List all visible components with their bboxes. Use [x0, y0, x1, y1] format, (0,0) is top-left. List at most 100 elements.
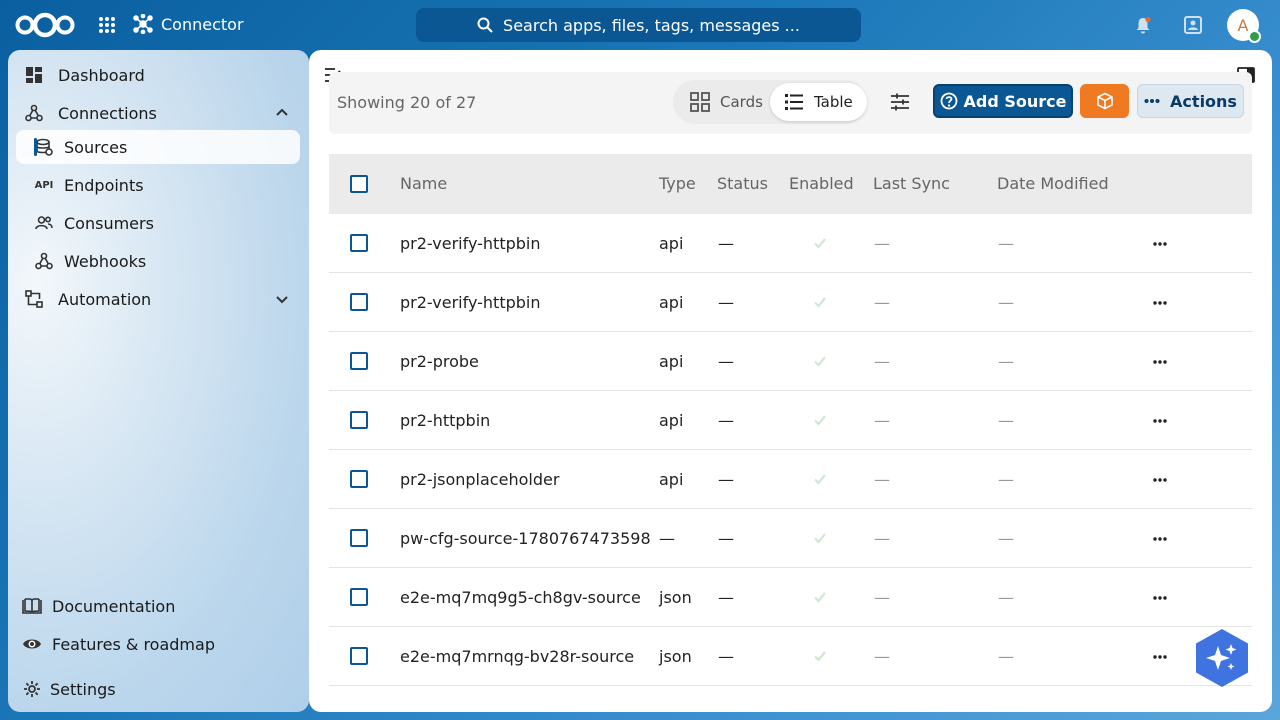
sidebar-item-automation[interactable]: Automation — [16, 282, 300, 316]
app-menu-grid-icon[interactable] — [97, 15, 117, 35]
table-row[interactable]: pr2-httpbin api — — — — [329, 391, 1252, 450]
row-actions-button[interactable] — [1150, 293, 1170, 313]
cell-type: api — [659, 352, 684, 371]
app-title-link[interactable]: Connector — [133, 14, 244, 34]
view-mode-switch: Cards Table — [673, 80, 867, 124]
more-horizontal-icon — [1153, 537, 1167, 541]
row-actions-button[interactable] — [1150, 470, 1170, 490]
pagination-summary: Showing 20 of 27 — [337, 93, 477, 112]
row-checkbox[interactable] — [350, 293, 368, 311]
cell-status: — — [718, 411, 734, 430]
sidebar-item-endpoints[interactable]: API Endpoints — [16, 168, 300, 202]
package-button[interactable] — [1080, 84, 1129, 118]
row-checkbox[interactable] — [350, 647, 368, 665]
cell-type: — — [659, 529, 675, 548]
sidebar-footer-settings[interactable]: Settings — [16, 672, 300, 706]
cell-name[interactable]: pr2-jsonplaceholder — [400, 470, 559, 489]
actions-label: Actions — [1170, 91, 1237, 111]
cell-date-modified: — — [998, 647, 1014, 666]
cell-name[interactable]: e2e-mq7mq9g5-ch8gv-source — [400, 588, 641, 607]
table-row[interactable]: pr2-verify-httpbin api — — — — [329, 273, 1252, 332]
more-horizontal-icon — [1153, 596, 1167, 600]
table-row[interactable]: e2e-mq7mrnqg-bv28r-source json — — — — [329, 627, 1252, 686]
notifications-button[interactable] — [1130, 12, 1156, 38]
view-table-label: Table — [814, 93, 853, 111]
main-content: Showing 20 of 27 Cards Table Add Source — [309, 50, 1272, 712]
ai-assistant-button[interactable] — [1194, 628, 1250, 688]
column-header-status[interactable]: Status — [717, 174, 768, 193]
user-avatar[interactable]: A — [1227, 9, 1261, 43]
cell-status: — — [718, 293, 734, 312]
table-row[interactable]: e2e-mq7mq9g5-ch8gv-source json — — — — [329, 568, 1252, 627]
filter-settings-icon[interactable] — [889, 91, 911, 113]
row-actions-button[interactable] — [1150, 234, 1170, 254]
row-checkbox[interactable] — [350, 411, 368, 429]
cell-date-modified: — — [998, 234, 1014, 253]
column-header-last-sync[interactable]: Last Sync — [873, 174, 950, 193]
sidebar-item-label: Features & roadmap — [52, 634, 215, 654]
column-header-date-modified[interactable]: Date Modified — [997, 174, 1109, 193]
column-header-enabled[interactable]: Enabled — [789, 174, 854, 193]
contacts-button[interactable] — [1180, 12, 1206, 38]
sidebar-footer-documentation[interactable]: Documentation — [16, 589, 300, 623]
sidebar-item-webhooks[interactable]: Webhooks — [16, 244, 300, 278]
contacts-icon — [1184, 16, 1202, 34]
row-actions-button[interactable] — [1150, 352, 1170, 372]
column-header-name[interactable]: Name — [400, 174, 447, 193]
chevron-up-icon[interactable] — [274, 105, 290, 121]
more-horizontal-icon — [1153, 360, 1167, 364]
cell-name[interactable]: pr2-verify-httpbin — [400, 234, 541, 253]
cell-date-modified: — — [998, 352, 1014, 371]
sidebar-item-label: Automation — [58, 289, 152, 309]
table-row[interactable]: pr2-probe api — — — — [329, 332, 1252, 391]
view-table-button[interactable]: Table — [770, 83, 867, 121]
table-row[interactable]: pr2-jsonplaceholder api — — — — [329, 450, 1252, 509]
top-header: Connector Search apps, files, tags, mess… — [0, 0, 1280, 50]
row-checkbox[interactable] — [350, 470, 368, 488]
row-checkbox[interactable] — [350, 352, 368, 370]
add-source-button[interactable]: Add Source — [933, 84, 1073, 118]
row-actions-button[interactable] — [1150, 647, 1170, 667]
row-checkbox[interactable] — [350, 234, 368, 252]
row-checkbox[interactable] — [350, 588, 368, 606]
row-actions-button[interactable] — [1150, 529, 1170, 549]
table-row[interactable]: pw-cfg-source-1780767473598 — — — — — [329, 509, 1252, 568]
cell-status: — — [718, 470, 734, 489]
sidebar-item-consumers[interactable]: Consumers — [16, 206, 300, 240]
row-actions-button[interactable] — [1150, 411, 1170, 431]
sidebar-item-sources[interactable]: Sources — [16, 130, 300, 164]
cube-icon — [1096, 92, 1113, 110]
global-search-input[interactable]: Search apps, files, tags, messages ... — [416, 8, 861, 42]
sidebar-item-dashboard[interactable]: Dashboard — [16, 58, 300, 92]
cell-name[interactable]: pr2-probe — [400, 352, 479, 371]
column-header-type[interactable]: Type — [659, 174, 696, 193]
sidebar-item-label: Dashboard — [58, 65, 145, 85]
table-header: Name Type Status Enabled Last Sync Date … — [329, 154, 1252, 214]
cell-last-sync: — — [874, 293, 890, 312]
sidebar-item-connections[interactable]: Connections — [16, 96, 300, 130]
nextcloud-logo-icon[interactable] — [14, 12, 76, 38]
cell-status: — — [718, 647, 734, 666]
cell-type: api — [659, 293, 684, 312]
cell-name[interactable]: pr2-httpbin — [400, 411, 490, 430]
cell-name[interactable]: e2e-mq7mrnqg-bv28r-source — [400, 647, 634, 666]
cell-date-modified: — — [998, 588, 1014, 607]
sidebar-footer-features[interactable]: Features & roadmap — [16, 627, 300, 661]
table-row[interactable]: pr2-verify-httpbin api — — — — [329, 214, 1252, 273]
row-actions-button[interactable] — [1150, 588, 1170, 608]
enabled-check-icon — [814, 297, 826, 308]
row-checkbox[interactable] — [350, 529, 368, 547]
cell-last-sync: — — [874, 529, 890, 548]
sources-icon — [34, 137, 54, 157]
cell-type: api — [659, 470, 684, 489]
cell-name[interactable]: pr2-verify-httpbin — [400, 293, 541, 312]
book-icon — [22, 596, 42, 616]
actions-menu-button[interactable]: Actions — [1137, 84, 1244, 118]
search-icon — [477, 17, 493, 33]
cell-date-modified: — — [998, 529, 1014, 548]
cell-type: api — [659, 411, 684, 430]
view-cards-button[interactable]: Cards — [676, 83, 777, 121]
chevron-down-icon[interactable] — [274, 291, 290, 307]
cell-name[interactable]: pw-cfg-source-1780767473598 — [400, 529, 651, 548]
select-all-checkbox[interactable] — [350, 175, 368, 193]
